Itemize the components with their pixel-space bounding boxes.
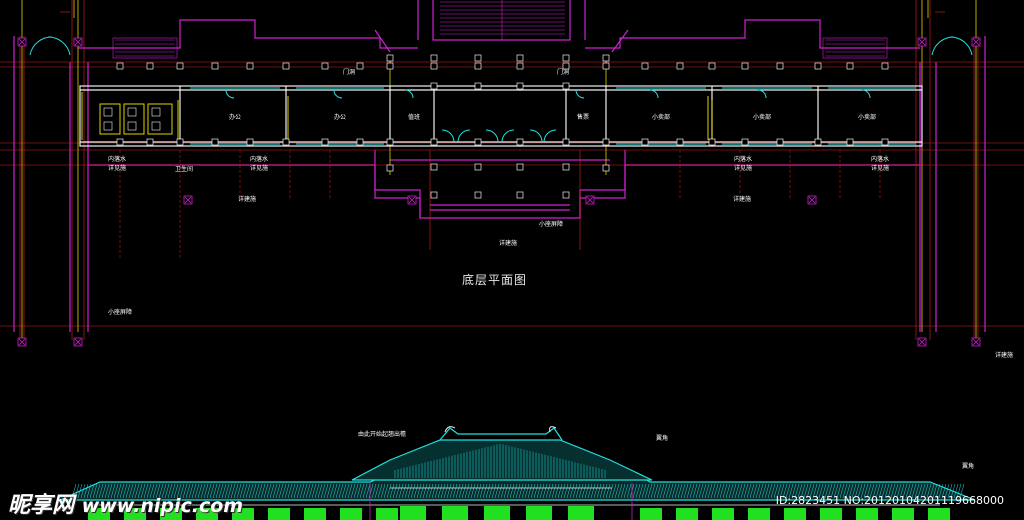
drawing-title: 底层平面图 <box>462 273 528 287</box>
axis-bubbles <box>17 37 981 347</box>
label-duty-room: 值班 <box>408 114 421 121</box>
plan-yellow-marks <box>81 92 713 140</box>
label-drain-r1b: 详见施 <box>734 165 753 172</box>
label-detail-right: 详建施 <box>733 196 752 203</box>
label-detail-far-right: 详建施 <box>995 352 1014 359</box>
label-drain-r2b: 详见施 <box>871 165 890 172</box>
label-ridge-left: 翼角 <box>656 435 669 442</box>
label-drain-l2b: 详见施 <box>250 165 269 172</box>
watermark-id: ID:2823451 NO:20120104201119668000 <box>775 494 1004 507</box>
column-markers <box>116 54 889 199</box>
label-drain-l2a: 内落水 <box>250 156 269 163</box>
label-detail-left: 详建施 <box>238 196 257 203</box>
label-ticket-room: 售票 <box>577 114 590 121</box>
label-office-1: 办公 <box>229 114 242 121</box>
watermark-logo-cn: 昵享网 <box>8 493 75 518</box>
watermark-logo: 昵享网 www.nipic.com <box>8 487 243 519</box>
toilet-fixtures <box>103 107 161 131</box>
watermark-logo-domain: www.nipic.com <box>81 495 244 517</box>
top-stair-hatch <box>440 0 565 40</box>
label-toilet: 卫生间 <box>175 166 194 173</box>
building-walls <box>79 85 923 147</box>
label-drain-r2a: 内落水 <box>871 156 890 163</box>
label-ridge-right: 翼角 <box>962 463 975 470</box>
label-drain-l1a: 内落水 <box>108 156 127 163</box>
label-door-right: 门洞 <box>557 69 570 76</box>
side-stair-hatch <box>112 37 888 59</box>
yellow-axis-lines <box>21 0 977 340</box>
label-office-2: 办公 <box>334 114 347 121</box>
label-drain-l1b: 详见施 <box>108 165 127 172</box>
label-shop-2: 小卖部 <box>753 114 772 121</box>
label-small-parapet-l: 小座屏障 <box>108 309 133 316</box>
label-drain-r1a: 内落水 <box>734 156 753 163</box>
label-detail-center: 详建施 <box>499 240 518 247</box>
label-elevation-note: 由此开始起翘出檐 <box>358 431 407 438</box>
label-small-parapet: 小座屏障 <box>539 221 564 228</box>
label-shop-3: 小卖部 <box>858 114 877 121</box>
label-door-left: 门洞 <box>343 69 356 76</box>
label-shop-1: 小卖部 <box>652 114 671 121</box>
cad-drawing-canvas <box>0 0 1024 520</box>
